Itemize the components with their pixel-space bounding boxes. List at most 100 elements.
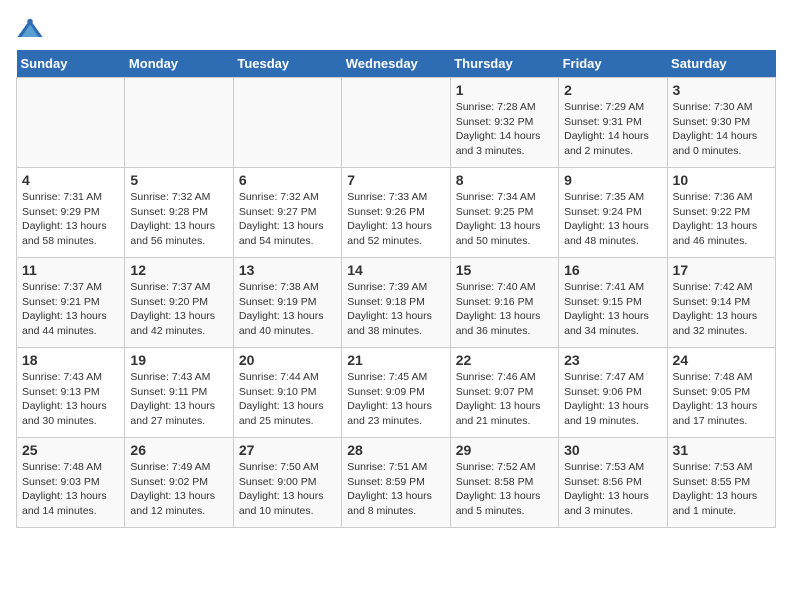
cell-info: Sunrise: 7:32 AMSunset: 9:28 PMDaylight:… [130,190,227,249]
date-number: 9 [564,172,661,188]
cell-info: Sunrise: 7:34 AMSunset: 9:25 PMDaylight:… [456,190,553,249]
date-number: 12 [130,262,227,278]
day-header-sunday: Sunday [17,50,125,78]
cell-info: Sunrise: 7:29 AMSunset: 9:31 PMDaylight:… [564,100,661,159]
cell-info: Sunrise: 7:41 AMSunset: 9:15 PMDaylight:… [564,280,661,339]
date-number: 26 [130,442,227,458]
calendar-cell: 13 Sunrise: 7:38 AMSunset: 9:19 PMDayligh… [233,258,341,348]
calendar-cell: 19 Sunrise: 7:43 AMSunset: 9:11 PMDayligh… [125,348,233,438]
cell-info: Sunrise: 7:30 AMSunset: 9:30 PMDaylight:… [673,100,770,159]
calendar-cell: 26 Sunrise: 7:49 AMSunset: 9:02 PMDayligh… [125,438,233,528]
cell-info: Sunrise: 7:48 AMSunset: 9:05 PMDaylight:… [673,370,770,429]
cell-info: Sunrise: 7:44 AMSunset: 9:10 PMDaylight:… [239,370,336,429]
calendar-cell [125,78,233,168]
cell-info: Sunrise: 7:39 AMSunset: 9:18 PMDaylight:… [347,280,444,339]
calendar-cell: 20 Sunrise: 7:44 AMSunset: 9:10 PMDayligh… [233,348,341,438]
date-number: 11 [22,262,119,278]
week-row-1: 1Sunrise: 7:28 AMSunset: 9:32 PMDaylight… [17,78,776,168]
date-number: 21 [347,352,444,368]
week-row-5: 25Sunrise: 7:48 AMSunset: 9:03 PMDayligh… [17,438,776,528]
date-number: 29 [456,442,553,458]
calendar-cell [233,78,341,168]
date-number: 2 [564,82,661,98]
week-row-2: 4Sunrise: 7:31 AMSunset: 9:29 PMDaylight… [17,168,776,258]
cell-info: Sunrise: 7:48 AMSunset: 9:03 PMDaylight:… [22,460,119,519]
date-number: 5 [130,172,227,188]
week-row-3: 11 Sunrise: 7:37 AMSunset: 9:21 PMDayligh… [17,258,776,348]
date-number: 17 [673,262,770,278]
cell-info: Sunrise: 7:49 AMSunset: 9:02 PMDaylight:… [130,460,227,519]
calendar-cell: 2 Sunrise: 7:29 AMSunset: 9:31 PMDaylight… [559,78,667,168]
date-number: 18 [22,352,119,368]
date-number: 13 [239,262,336,278]
cell-info: Sunrise: 7:40 AMSunset: 9:16 PMDaylight:… [456,280,553,339]
cell-info: Sunrise: 7:42 AMSunset: 9:14 PMDaylight:… [673,280,770,339]
cell-info: Sunrise: 7:43 AMSunset: 9:13 PMDaylight:… [22,370,119,429]
calendar-cell: 27 Sunrise: 7:50 AMSunset: 9:00 PMDayligh… [233,438,341,528]
cell-info: Sunrise: 7:38 AMSunset: 9:19 PMDaylight:… [239,280,336,339]
calendar-table: SundayMondayTuesdayWednesdayThursdayFrid… [16,50,776,528]
date-number: 14 [347,262,444,278]
date-number: 7 [347,172,444,188]
day-header-tuesday: Tuesday [233,50,341,78]
page-header [16,16,776,44]
cell-info: Sunrise: 7:45 AMSunset: 9:09 PMDaylight:… [347,370,444,429]
cell-info: Sunrise: 7:37 AMSunset: 9:21 PMDaylight:… [22,280,119,339]
date-number: 24 [673,352,770,368]
calendar-cell: 16 Sunrise: 7:41 AMSunset: 9:15 PMDayligh… [559,258,667,348]
logo-icon [16,16,44,44]
date-number: 22 [456,352,553,368]
date-number: 10 [673,172,770,188]
calendar-cell: 24 Sunrise: 7:48 AMSunset: 9:05 PMDayligh… [667,348,775,438]
calendar-cell: 6 Sunrise: 7:32 AMSunset: 9:27 PMDaylight… [233,168,341,258]
cell-info: Sunrise: 7:53 AMSunset: 8:56 PMDaylight:… [564,460,661,519]
date-number: 1 [456,82,553,98]
calendar-cell: 21 Sunrise: 7:45 AMSunset: 9:09 PMDayligh… [342,348,450,438]
cell-info: Sunrise: 7:43 AMSunset: 9:11 PMDaylight:… [130,370,227,429]
logo [16,16,48,44]
day-header-thursday: Thursday [450,50,558,78]
cell-info: Sunrise: 7:53 AMSunset: 8:55 PMDaylight:… [673,460,770,519]
day-header-monday: Monday [125,50,233,78]
calendar-cell: 9 Sunrise: 7:35 AMSunset: 9:24 PMDaylight… [559,168,667,258]
cell-info: Sunrise: 7:35 AMSunset: 9:24 PMDaylight:… [564,190,661,249]
date-number: 6 [239,172,336,188]
date-number: 3 [673,82,770,98]
date-number: 20 [239,352,336,368]
day-header-friday: Friday [559,50,667,78]
calendar-cell: 28Sunrise: 7:51 AMSunset: 8:59 PMDayligh… [342,438,450,528]
date-number: 19 [130,352,227,368]
day-header-row: SundayMondayTuesdayWednesdayThursdayFrid… [17,50,776,78]
cell-info: Sunrise: 7:46 AMSunset: 9:07 PMDaylight:… [456,370,553,429]
date-number: 16 [564,262,661,278]
date-number: 27 [239,442,336,458]
date-number: 15 [456,262,553,278]
cell-info: Sunrise: 7:36 AMSunset: 9:22 PMDaylight:… [673,190,770,249]
calendar-cell: 8 Sunrise: 7:34 AMSunset: 9:25 PMDaylight… [450,168,558,258]
calendar-cell: 10 Sunrise: 7:36 AMSunset: 9:22 PMDayligh… [667,168,775,258]
calendar-cell: 4Sunrise: 7:31 AMSunset: 9:29 PMDaylight… [17,168,125,258]
week-row-4: 18 Sunrise: 7:43 AMSunset: 9:13 PMDayligh… [17,348,776,438]
cell-info: Sunrise: 7:33 AMSunset: 9:26 PMDaylight:… [347,190,444,249]
calendar-cell: 31 Sunrise: 7:53 AMSunset: 8:55 PMDayligh… [667,438,775,528]
cell-info: Sunrise: 7:37 AMSunset: 9:20 PMDaylight:… [130,280,227,339]
cell-info: Sunrise: 7:51 AMSunset: 8:59 PMDaylight:… [347,460,444,519]
date-number: 8 [456,172,553,188]
calendar-cell: 29Sunrise: 7:52 AMSunset: 8:58 PMDayligh… [450,438,558,528]
calendar-cell: 23Sunrise: 7:47 AMSunset: 9:06 PMDayligh… [559,348,667,438]
calendar-cell: 7 Sunrise: 7:33 AMSunset: 9:26 PMDaylight… [342,168,450,258]
calendar-cell: 5 Sunrise: 7:32 AMSunset: 9:28 PMDaylight… [125,168,233,258]
date-number: 31 [673,442,770,458]
calendar-cell [17,78,125,168]
calendar-cell: 11 Sunrise: 7:37 AMSunset: 9:21 PMDayligh… [17,258,125,348]
day-header-saturday: Saturday [667,50,775,78]
cell-info: Sunrise: 7:50 AMSunset: 9:00 PMDaylight:… [239,460,336,519]
date-number: 30 [564,442,661,458]
cell-info: Sunrise: 7:32 AMSunset: 9:27 PMDaylight:… [239,190,336,249]
calendar-cell: 12 Sunrise: 7:37 AMSunset: 9:20 PMDayligh… [125,258,233,348]
calendar-cell: 15 Sunrise: 7:40 AMSunset: 9:16 PMDayligh… [450,258,558,348]
date-number: 23 [564,352,661,368]
calendar-cell: 14 Sunrise: 7:39 AMSunset: 9:18 PMDayligh… [342,258,450,348]
calendar-cell: 17 Sunrise: 7:42 AMSunset: 9:14 PMDayligh… [667,258,775,348]
calendar-cell [342,78,450,168]
